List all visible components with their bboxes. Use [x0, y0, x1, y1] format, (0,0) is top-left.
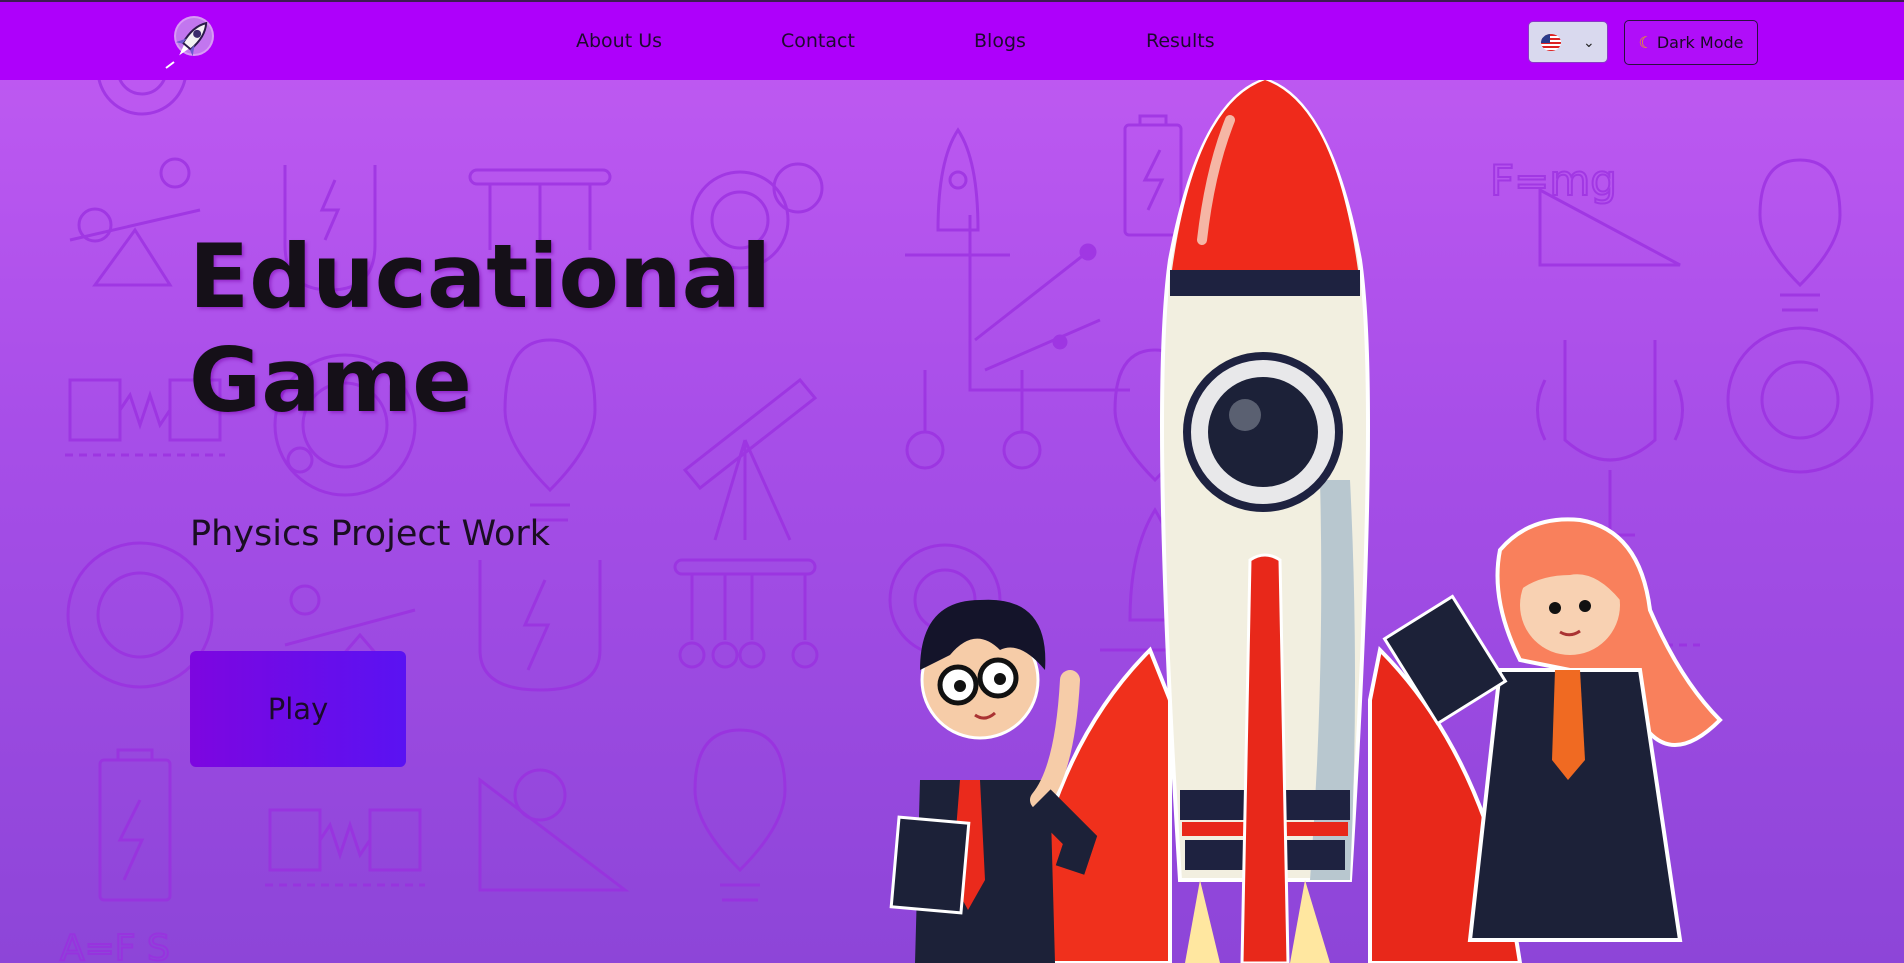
hero-title: Educational Game	[189, 225, 809, 433]
play-button[interactable]: Play	[190, 651, 406, 767]
rocket-illustration	[1017, 80, 1523, 963]
hero-title-line-2: Game	[189, 329, 472, 432]
nav-link-blogs[interactable]: Blogs	[974, 30, 1026, 52]
us-flag-icon	[1541, 34, 1561, 51]
language-select[interactable]: ⌄	[1528, 21, 1608, 63]
rocket-and-students-illustration	[889, 80, 1723, 963]
rocket-logo-icon[interactable]	[162, 12, 220, 70]
moon-icon: ☾	[1638, 33, 1653, 52]
svg-text:A=F S: A=F S	[60, 928, 170, 963]
dark-mode-label: Dark Mode	[1656, 33, 1744, 52]
nav-link-contact[interactable]: Contact	[781, 30, 855, 52]
nav-link-about-us[interactable]: About Us	[576, 30, 662, 52]
hero-subtitle: Physics Project Work	[190, 514, 551, 554]
dark-mode-button[interactable]: ☾ Dark Mode	[1624, 20, 1758, 65]
chevron-down-icon: ⌄	[1583, 34, 1595, 50]
nav-link-results[interactable]: Results	[1146, 30, 1215, 52]
hero-title-line-1: Educational	[189, 225, 772, 328]
play-button-label: Play	[267, 692, 329, 726]
navbar: About Us Contact Blogs Results ⌄ ☾ Dark …	[0, 0, 1904, 80]
boy-student-illustration	[889, 599, 1098, 963]
